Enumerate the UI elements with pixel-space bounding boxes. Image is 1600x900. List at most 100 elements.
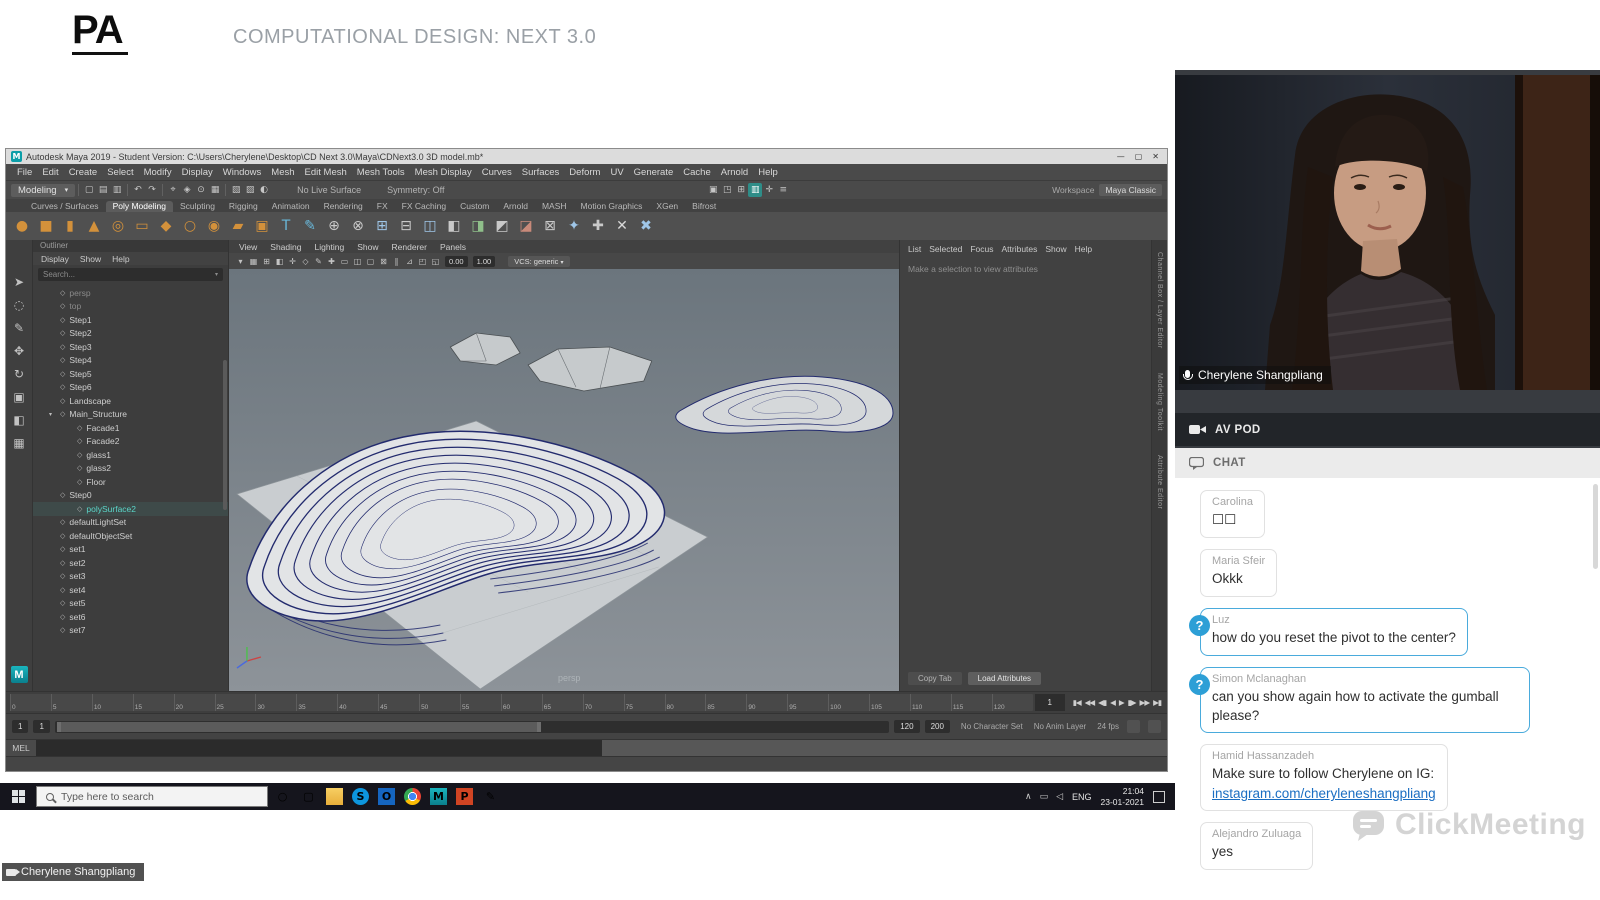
- shelf-tab[interactable]: FX: [370, 201, 395, 212]
- status-tool-icon[interactable]: ▤: [96, 183, 110, 197]
- workspace-selector[interactable]: Maya Classic: [1099, 184, 1162, 196]
- shelf-tool-icon[interactable]: ▣: [251, 215, 273, 237]
- outliner-node[interactable]: Step0: [33, 489, 228, 503]
- playback-button[interactable]: ▮◀: [1073, 698, 1082, 707]
- viewport-tool-icon[interactable]: ✛: [286, 255, 299, 268]
- attribute-button[interactable]: Load Attributes: [967, 672, 1042, 685]
- outliner-node[interactable]: Step6: [33, 381, 228, 395]
- shelf-tool-icon[interactable]: ⊠: [539, 215, 561, 237]
- range-slider-handle[interactable]: [56, 721, 541, 732]
- range-slider[interactable]: [54, 720, 890, 733]
- status-tool-icon[interactable]: ◈: [180, 183, 194, 197]
- expand-arrow-icon[interactable]: [49, 411, 56, 418]
- shelf-tool-icon[interactable]: ○: [179, 215, 201, 237]
- toolbox-tool-icon[interactable]: ▦: [13, 436, 24, 450]
- shelf-tab[interactable]: Arnold: [496, 201, 535, 212]
- shelf-tool-icon[interactable]: ◎: [107, 215, 129, 237]
- shelf-tool-icon[interactable]: ⊟: [395, 215, 417, 237]
- panel-menu-item[interactable]: Panels: [440, 242, 466, 252]
- status-tool-icon[interactable]: ▦: [208, 183, 222, 197]
- shelf-tool-icon[interactable]: ◫: [419, 215, 441, 237]
- taskbar-app-icon[interactable]: O: [378, 788, 395, 805]
- outliner-menu-item[interactable]: Help: [112, 254, 129, 264]
- outliner-node[interactable]: Step5: [33, 367, 228, 381]
- shelf-tool-icon[interactable]: ▭: [131, 215, 153, 237]
- status-tool-icon[interactable]: ▥: [110, 183, 124, 197]
- outliner-node[interactable]: set1: [33, 543, 228, 557]
- timeline-ticks[interactable]: 0 5 10 15 20 25 30 35 40 45 50 55 60 65 70 75 80 85 90 95 10…: [10, 694, 1033, 711]
- shelf-tool-icon[interactable]: ●: [11, 215, 33, 237]
- viewport-tool-icon[interactable]: ◫: [351, 255, 364, 268]
- chat-link[interactable]: instagram.com/cheryleneshangpliang: [1212, 786, 1436, 801]
- viewport-tool-icon[interactable]: ◰: [416, 255, 429, 268]
- status-right-icon[interactable]: ▣: [706, 183, 720, 197]
- status-tool-icon[interactable]: ▧: [229, 183, 243, 197]
- outliner-node[interactable]: set7: [33, 624, 228, 638]
- shelf-tool-icon[interactable]: ✚: [587, 215, 609, 237]
- shelf-tab[interactable]: MASH: [535, 201, 574, 212]
- panel-menu-item[interactable]: View: [239, 242, 257, 252]
- viewport-tool-icon[interactable]: ✚: [325, 255, 338, 268]
- panel-menu-item[interactable]: Lighting: [314, 242, 344, 252]
- menu-item[interactable]: Mesh Display: [410, 167, 477, 178]
- status-right-icon[interactable]: ▥: [748, 183, 763, 197]
- menu-item[interactable]: Display: [177, 167, 218, 178]
- toolbox-tool-icon[interactable]: ◧: [13, 413, 24, 427]
- shelf-tab[interactable]: Rendering: [317, 201, 370, 212]
- toolbox-tool-icon[interactable]: ◌: [14, 298, 24, 312]
- menu-item[interactable]: Mesh Tools: [352, 167, 410, 178]
- outliner-node[interactable]: Floor: [33, 475, 228, 489]
- close-icon[interactable]: ✕: [1152, 152, 1159, 161]
- shelf-tool-icon[interactable]: ◉: [203, 215, 225, 237]
- outliner-menu-item[interactable]: Show: [80, 254, 101, 264]
- viewport-tool-icon[interactable]: ▭: [338, 255, 351, 268]
- action-center-icon[interactable]: [1153, 790, 1165, 803]
- playback-button[interactable]: ▮▶: [1128, 698, 1137, 707]
- minimize-icon[interactable]: —: [1117, 152, 1125, 161]
- shelf-tab[interactable]: XGen: [649, 201, 685, 212]
- menu-item[interactable]: UV: [605, 167, 628, 178]
- toolbox-tool-icon[interactable]: ✥: [14, 344, 24, 358]
- shelf-tool-icon[interactable]: ⊗: [347, 215, 369, 237]
- attribute-menu-item[interactable]: Attributes: [1001, 244, 1037, 254]
- outliner-node[interactable]: polySurface2: [33, 502, 228, 516]
- status-tool-icon[interactable]: ◐: [257, 183, 271, 197]
- shelf-tool-icon[interactable]: ✖: [635, 215, 657, 237]
- attribute-menu-item[interactable]: Selected: [929, 244, 962, 254]
- shelf-tool-icon[interactable]: ⊞: [371, 215, 393, 237]
- playback-end-field[interactable]: 120: [894, 720, 920, 733]
- attribute-button[interactable]: Copy Tab: [908, 672, 962, 685]
- playback-button[interactable]: ▶▮: [1153, 698, 1162, 707]
- fps-selector[interactable]: 24 fps: [1097, 722, 1119, 731]
- maximize-icon[interactable]: ▢: [1135, 152, 1143, 161]
- status-right-icon[interactable]: ✛: [762, 183, 776, 197]
- shelf-tab[interactable]: Poly Modeling: [105, 201, 173, 212]
- symmetry-label[interactable]: Symmetry: Off: [387, 185, 444, 195]
- shelf-tool-icon[interactable]: ◪: [515, 215, 537, 237]
- toolbox-tool-icon[interactable]: ▣: [13, 390, 24, 404]
- menu-item[interactable]: Select: [102, 167, 138, 178]
- command-input[interactable]: [36, 740, 602, 756]
- viewport-tool-icon[interactable]: ✎: [312, 255, 325, 268]
- menu-item[interactable]: Arnold: [716, 167, 753, 178]
- av-pod-header[interactable]: AV POD: [1175, 413, 1600, 446]
- menu-item[interactable]: Surfaces: [517, 167, 565, 178]
- attribute-menu-item[interactable]: List: [908, 244, 921, 254]
- shelf-tab[interactable]: Sculpting: [173, 201, 222, 212]
- shelf-tool-icon[interactable]: ◩: [491, 215, 513, 237]
- playback-button[interactable]: ◀: [1110, 698, 1116, 707]
- shelf-tab[interactable]: Rigging: [222, 201, 265, 212]
- panel-menu-item[interactable]: Shading: [270, 242, 301, 252]
- shelf-tool-icon[interactable]: ◧: [443, 215, 465, 237]
- status-tool-icon[interactable]: ↷: [145, 183, 159, 197]
- outliner-node[interactable]: Main_Structure: [33, 408, 228, 422]
- attribute-menu-item[interactable]: Show: [1045, 244, 1066, 254]
- taskbar-app-icon[interactable]: ✎: [482, 788, 499, 805]
- maya-titlebar[interactable]: M Autodesk Maya 2019 - Student Version: …: [6, 149, 1167, 164]
- anim-prefs-icon[interactable]: [1148, 720, 1161, 733]
- menu-item[interactable]: Mesh: [266, 167, 299, 178]
- menu-item[interactable]: Cache: [678, 167, 715, 178]
- status-tool-icon[interactable]: ⊙: [194, 183, 208, 197]
- status-right-icon[interactable]: ◳: [720, 183, 734, 197]
- shelf-tab[interactable]: Animation: [265, 201, 317, 212]
